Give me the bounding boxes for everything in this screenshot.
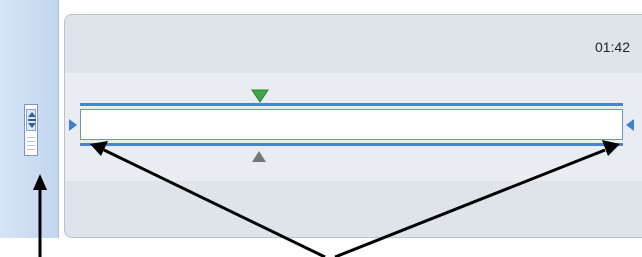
scroll-grip-line [27, 145, 35, 146]
scroll-grip-line [27, 149, 35, 150]
right-trim-handle-icon[interactable] [625, 118, 635, 132]
time-display: 01:42 [594, 39, 630, 55]
scroll-grip-line [27, 141, 35, 142]
end-marker-icon[interactable] [251, 150, 267, 163]
vertical-zoom-scrollbar[interactable] [24, 104, 38, 156]
start-marker-icon[interactable] [250, 88, 270, 104]
left-trim-handle-icon[interactable] [68, 118, 78, 132]
clip-selection-bar[interactable] [80, 109, 623, 140]
scroll-grip-line [27, 137, 35, 138]
